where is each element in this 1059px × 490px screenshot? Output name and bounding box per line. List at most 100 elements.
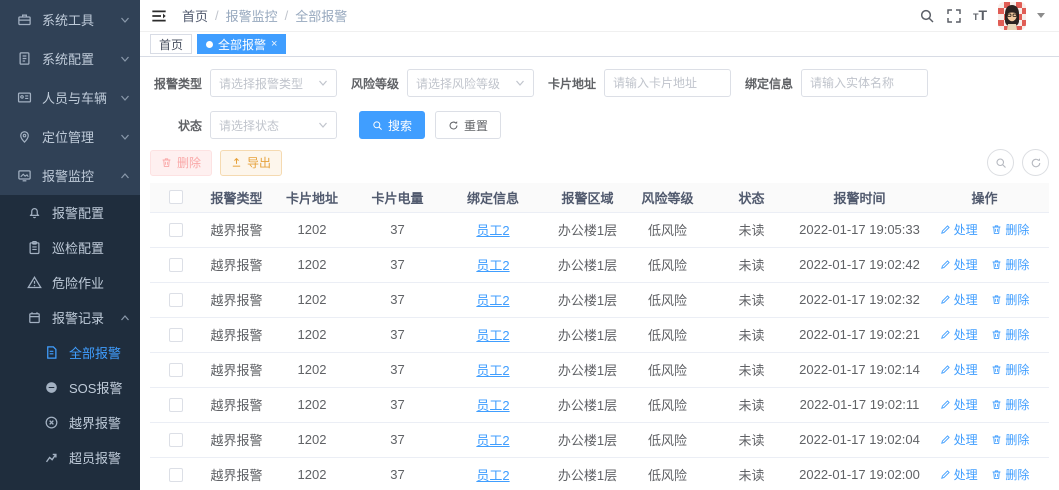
filter-row-1: 报警类型 请选择报警类型 风险等级 请选择风险等级 卡片地址 请输入卡片地址 绑… (150, 69, 1049, 97)
refresh-button[interactable] (1022, 149, 1049, 176)
avatar[interactable] (998, 1, 1026, 30)
row-checkbox[interactable] (169, 222, 183, 237)
tab-label: 全部报警 (218, 37, 267, 52)
hamburger-icon[interactable] (150, 8, 168, 24)
sidebar-item-location-mgmt[interactable]: 定位管理 (0, 117, 140, 156)
export-button[interactable]: 导出 (220, 149, 283, 176)
cell-alarm-time: 2022-01-17 19:02:14 (799, 352, 920, 388)
handle-link[interactable]: 处理 (940, 326, 978, 343)
binding-info-link[interactable]: 员工2 (476, 293, 509, 308)
delete-link[interactable]: 删除 (991, 466, 1029, 483)
binding-info-input[interactable] (810, 76, 919, 90)
delete-link[interactable]: 删除 (991, 361, 1029, 378)
row-checkbox[interactable] (169, 257, 183, 272)
location-pin-icon (20, 131, 29, 143)
binding-info-link[interactable]: 员工2 (476, 223, 509, 238)
sidebar-item-alarm-config[interactable]: 报警配置 (0, 195, 140, 230)
binding-info-link[interactable]: 员工2 (476, 328, 509, 343)
breadcrumb-home[interactable]: 首页 (182, 6, 208, 25)
cell-alarm-type: 越界报警 (202, 457, 271, 490)
chevron-down-icon (318, 122, 328, 128)
card-address-input[interactable] (613, 76, 722, 90)
handle-link[interactable]: 处理 (940, 361, 978, 378)
filter-row-2: 状态 请选择状态 搜索 重置 (150, 111, 1049, 139)
breadcrumb-alarm-monitor[interactable]: 报警监控 (226, 6, 278, 25)
row-checkbox[interactable] (169, 292, 183, 307)
link-label: 处理 (953, 398, 978, 412)
sidebar-item-overcapacity-alarms[interactable]: 超员报警 (0, 440, 140, 475)
handle-link[interactable]: 处理 (940, 431, 978, 448)
link-label: 处理 (953, 223, 978, 237)
column-header: 状态 (704, 183, 799, 213)
row-checkbox[interactable] (169, 397, 183, 412)
search-icon (995, 157, 1006, 168)
cell-card-battery: 37 (353, 282, 442, 318)
sidebar-item-system-tools[interactable]: 系统工具 (0, 0, 140, 39)
row-checkbox[interactable] (169, 327, 183, 342)
row-checkbox[interactable] (169, 432, 183, 447)
alarm-table: 报警类型 卡片地址 卡片电量 绑定信息 报警区域 风险等级 状态 报警时间 操作… (150, 183, 1049, 490)
link-label: 删除 (1005, 363, 1030, 377)
sidebar-item-people-vehicles[interactable]: 人员与车辆 (0, 78, 140, 117)
handle-link[interactable]: 处理 (940, 466, 978, 483)
sidebar-item-dangerous-work[interactable]: 危险作业 (0, 265, 140, 300)
delete-link[interactable]: 删除 (991, 291, 1029, 308)
sidebar-item-crossborder-alarms[interactable]: 越界报警 (0, 405, 140, 440)
caret-down-icon[interactable] (1037, 13, 1045, 18)
binding-info-input-wrap (801, 69, 928, 97)
delete-link[interactable]: 删除 (991, 431, 1029, 448)
delete-link[interactable]: 删除 (991, 256, 1029, 273)
pen-icon (941, 330, 950, 339)
table-row: 越界报警 1202 37 员工2 办公楼1层 低风险 未读 2022-01-17… (150, 247, 1049, 283)
close-icon[interactable]: × (271, 38, 277, 50)
id-card-icon (17, 92, 32, 103)
fullscreen-icon[interactable] (946, 8, 962, 24)
search-icon[interactable] (919, 8, 935, 24)
search-button[interactable]: 搜索 (359, 111, 426, 139)
handle-link[interactable]: 处理 (940, 256, 978, 273)
delete-link[interactable]: 删除 (991, 396, 1029, 413)
breadcrumb-separator: / (215, 8, 219, 23)
alarm-type-select[interactable]: 请选择报警类型 (210, 69, 337, 97)
sidebar-item-label: SOS报警 (69, 381, 123, 396)
sidebar-item-system-config[interactable]: 系统配置 (0, 39, 140, 78)
link-label: 删除 (1005, 258, 1030, 272)
handle-link[interactable]: 处理 (940, 221, 978, 238)
binding-info-link[interactable]: 员工2 (476, 363, 509, 378)
chevron-down-icon (120, 94, 130, 101)
binding-info-link[interactable]: 员工2 (476, 468, 509, 483)
status-select[interactable]: 请选择状态 (210, 111, 337, 139)
delete-link[interactable]: 删除 (991, 326, 1029, 343)
sidebar-item-sos-alarms[interactable]: SOS报警 (0, 370, 140, 405)
sidebar-item-label: 报警监控 (42, 169, 95, 184)
navbar-right-tools: TT (919, 1, 1045, 30)
column-header: 风险等级 (631, 183, 704, 213)
tab-all-alarms[interactable]: 全部报警 × (197, 34, 287, 54)
sidebar-item-alarm-records[interactable]: 报警记录 (0, 300, 140, 335)
delete-link[interactable]: 删除 (991, 221, 1029, 238)
handle-link[interactable]: 处理 (940, 291, 978, 308)
binding-info-link[interactable]: 员工2 (476, 398, 509, 413)
handle-link[interactable]: 处理 (940, 396, 978, 413)
row-checkbox[interactable] (169, 467, 183, 482)
binding-info-link[interactable]: 员工2 (476, 258, 509, 273)
cell-alarm-time: 2022-01-17 19:02:00 (799, 457, 920, 490)
reset-button[interactable]: 重置 (435, 111, 502, 139)
select-all-checkbox[interactable] (169, 190, 183, 205)
link-label: 删除 (1005, 293, 1030, 307)
sidebar-item-patrol-config[interactable]: 巡检配置 (0, 230, 140, 265)
tab-home[interactable]: 首页 (150, 34, 193, 54)
breadcrumb-separator: / (284, 8, 289, 23)
binding-info-link[interactable]: 员工2 (476, 433, 509, 448)
cell-alarm-time: 2022-01-17 19:02:04 (799, 422, 920, 458)
font-size-icon[interactable]: TT (973, 8, 987, 24)
sidebar-item-all-alarms[interactable]: 全部报警 (0, 335, 140, 370)
risk-level-select[interactable]: 请选择风险等级 (407, 69, 534, 97)
table-header: 报警类型 卡片地址 卡片电量 绑定信息 报警区域 风险等级 状态 报警时间 操作 (150, 183, 1049, 213)
sidebar-item-alarm-monitor[interactable]: 报警监控 (0, 156, 140, 195)
tab-label: 首页 (159, 37, 184, 52)
toggle-search-button[interactable] (987, 149, 1014, 176)
bell-config-icon (30, 207, 39, 219)
row-checkbox[interactable] (169, 362, 183, 377)
delete-button[interactable]: 删除 (150, 149, 213, 176)
